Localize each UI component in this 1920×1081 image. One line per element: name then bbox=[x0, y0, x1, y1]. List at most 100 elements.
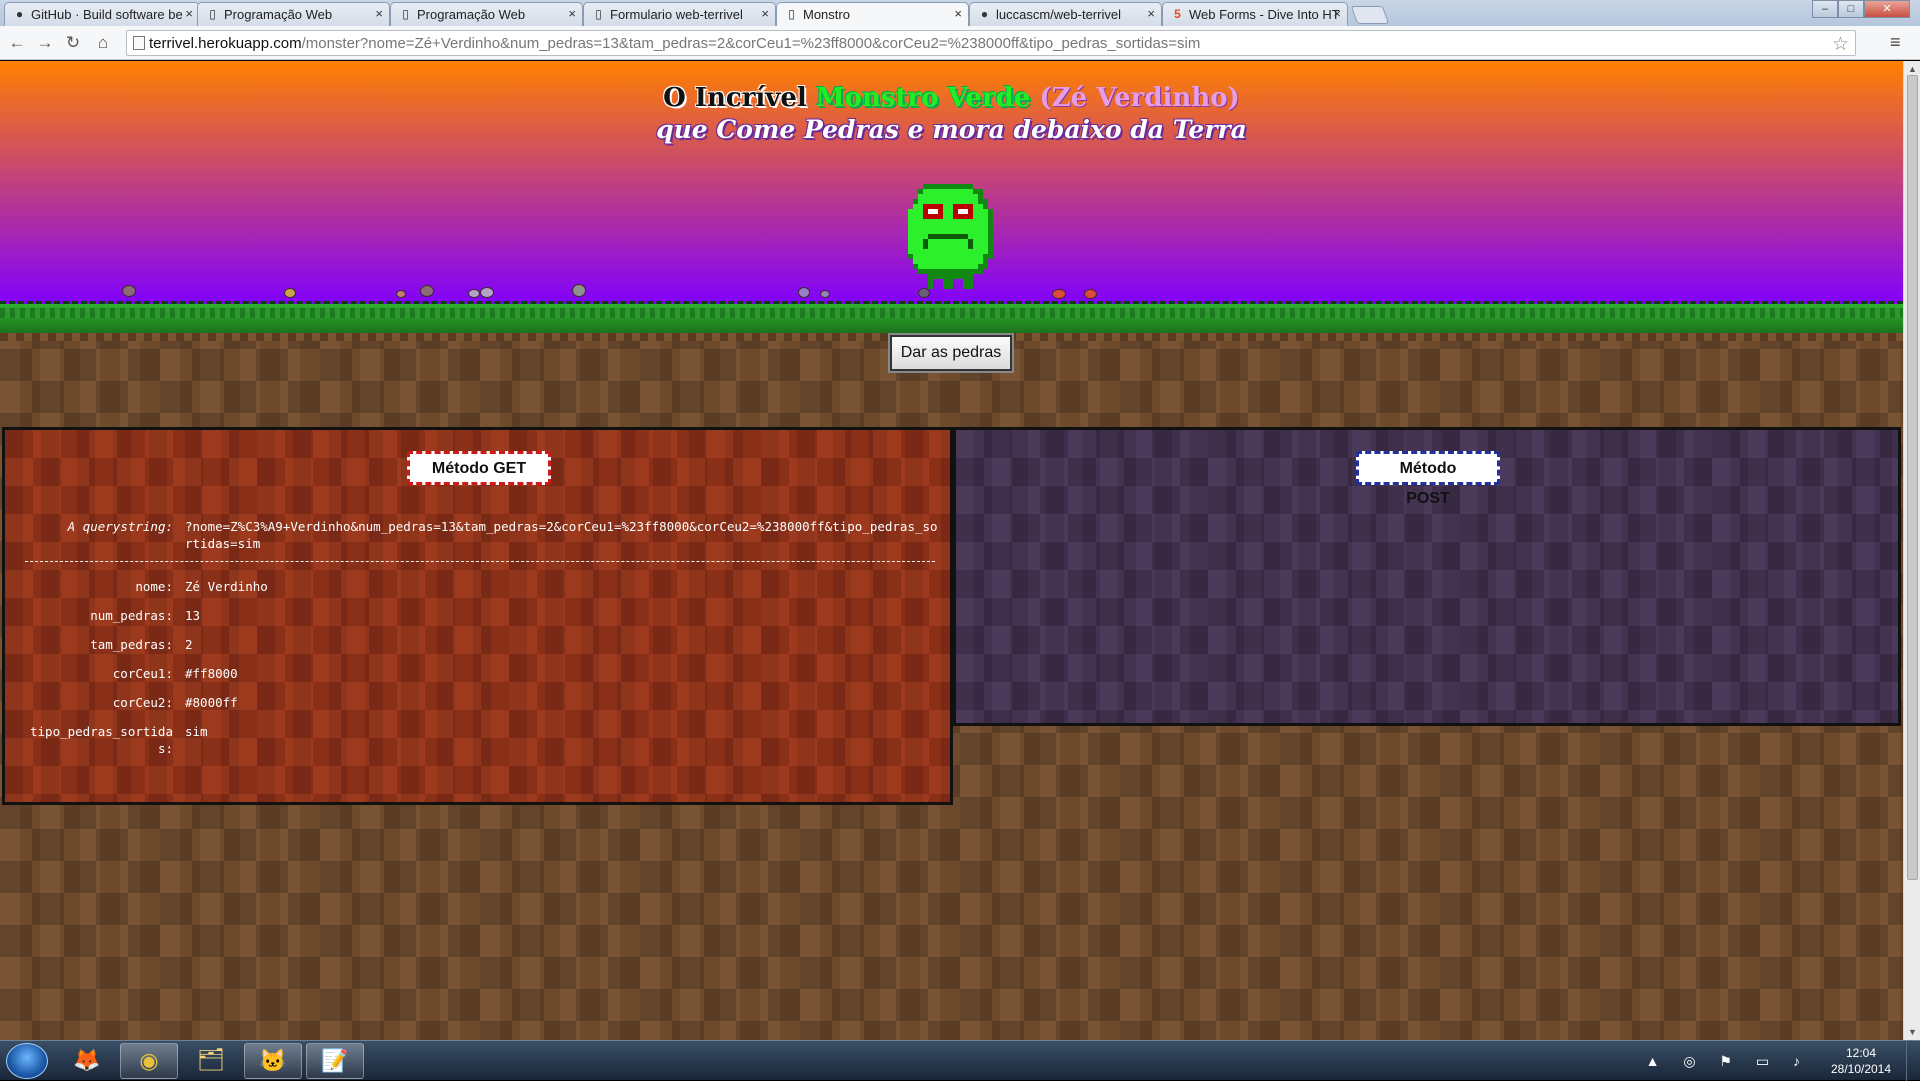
scroll-up-arrow-icon[interactable]: ▲ bbox=[1908, 64, 1917, 74]
param-key: corCeu2: bbox=[112, 695, 173, 710]
tab-title: Monstro bbox=[803, 7, 850, 22]
back-arrow-icon[interactable]: ← bbox=[6, 32, 28, 54]
stone bbox=[396, 290, 406, 298]
start-button[interactable] bbox=[6, 1043, 48, 1079]
close-icon[interactable]: × bbox=[1333, 6, 1341, 21]
page-icon: ▯ bbox=[788, 7, 795, 21]
param-value: sim bbox=[185, 724, 208, 739]
param-key: tipo_pedras_sortidas: bbox=[30, 724, 173, 756]
querystring-row: A querystring: ?nome=Z%C3%A9+Verdinho&nu… bbox=[19, 518, 939, 570]
stone bbox=[572, 284, 586, 297]
github-icon: ● bbox=[980, 7, 989, 21]
stone bbox=[798, 287, 810, 298]
stone bbox=[122, 285, 136, 297]
windows-taskbar: 🦊 ◉ 🗂 🐱 📝 ▲ ◎ ⚑ ▭ ♪ 12:04 28/10/2014 bbox=[0, 1040, 1920, 1081]
stone bbox=[480, 287, 494, 298]
green-monster-sprite bbox=[908, 184, 993, 289]
close-icon[interactable]: × bbox=[761, 6, 769, 21]
url-host: terrivel.herokuapp.com bbox=[149, 35, 302, 52]
separator bbox=[25, 561, 935, 562]
browser-tabstrip: ● GitHub · Build software be × ▯ Program… bbox=[0, 0, 1920, 26]
close-icon[interactable]: × bbox=[185, 6, 193, 21]
stone bbox=[1084, 289, 1097, 299]
tab-title: Programação Web bbox=[417, 7, 526, 22]
stone bbox=[918, 288, 930, 298]
scrollbar-thumb[interactable] bbox=[1907, 75, 1918, 880]
param-key: tam_pedras: bbox=[90, 637, 173, 652]
system-tray[interactable]: ▲ ◎ ⚑ ▭ ♪ bbox=[1646, 1053, 1810, 1070]
tab-programacao-web-1[interactable]: ▯ Programação Web × bbox=[197, 2, 390, 26]
notepad-plus-icon[interactable]: 📝 bbox=[306, 1043, 364, 1079]
minimize-button[interactable]: – bbox=[1812, 0, 1838, 18]
close-icon[interactable]: × bbox=[1147, 6, 1155, 21]
tab-programacao-web-2[interactable]: ▯ Programação Web × bbox=[390, 2, 583, 26]
param-value: Zé Verdinho bbox=[185, 579, 268, 594]
forward-arrow-icon[interactable]: → bbox=[34, 32, 56, 54]
param-key: corCeu1: bbox=[112, 666, 173, 681]
maximize-button[interactable]: □ bbox=[1838, 0, 1864, 18]
window-close-button[interactable]: ✕ bbox=[1864, 0, 1910, 18]
show-desktop-button[interactable] bbox=[1906, 1041, 1920, 1081]
clock[interactable]: 12:04 28/10/2014 bbox=[1826, 1045, 1896, 1077]
param-value: 13 bbox=[185, 608, 201, 623]
close-icon[interactable]: × bbox=[954, 6, 962, 21]
close-icon[interactable]: × bbox=[568, 6, 576, 21]
url-path: /monster?nome=Zé+Verdinho&num_pedras=13&… bbox=[301, 35, 1201, 52]
querystring-label: A querystring: bbox=[67, 519, 173, 534]
stone bbox=[1052, 289, 1066, 299]
param-key: num_pedras: bbox=[90, 608, 173, 623]
title-prefix: O Incrível bbox=[663, 83, 807, 113]
tab-github[interactable]: ● GitHub · Build software be × bbox=[4, 2, 200, 26]
chrome-icon[interactable]: ◉ bbox=[120, 1043, 178, 1079]
home-icon[interactable]: ⌂ bbox=[92, 32, 114, 54]
stone bbox=[420, 285, 434, 297]
post-panel-title: Método POST bbox=[1356, 451, 1500, 507]
new-tab-button[interactable] bbox=[1350, 6, 1390, 24]
browser-toolbar: ← → ↻ ⌂ terrivel.herokuapp.com/monster?n… bbox=[0, 26, 1920, 60]
param-key: nome: bbox=[135, 579, 173, 594]
github-icon: ● bbox=[15, 7, 24, 21]
grass bbox=[0, 301, 1903, 335]
tab-title: luccascm/web-terrivel bbox=[996, 7, 1121, 22]
tab-title: Web Forms - Dive Into HT bbox=[1189, 7, 1340, 22]
tab-formulario[interactable]: ▯ Formulario web-terrivel × bbox=[583, 2, 776, 26]
address-bar[interactable]: terrivel.herokuapp.com/monster?nome=Zé+V… bbox=[126, 30, 1856, 56]
tab-luccascm[interactable]: ● luccascm/web-terrivel × bbox=[969, 2, 1162, 26]
get-panel-title: Método GET bbox=[407, 451, 551, 485]
reload-icon[interactable]: ↻ bbox=[62, 32, 84, 54]
page-icon: ▯ bbox=[402, 7, 409, 21]
stone bbox=[820, 290, 830, 298]
hamburger-menu-icon[interactable]: ≡ bbox=[1890, 32, 1901, 53]
tab-monstro[interactable]: ▯ Monstro × bbox=[776, 2, 969, 26]
github-desktop-icon[interactable]: 🐱 bbox=[244, 1043, 302, 1079]
tab-web-forms[interactable]: 5 Web Forms - Dive Into HT × bbox=[1162, 2, 1348, 26]
html5-icon: 5 bbox=[1174, 7, 1181, 21]
param-value: 2 bbox=[185, 637, 193, 652]
querystring-value: ?nome=Z%C3%A9+Verdinho&num_pedras=13&tam… bbox=[185, 519, 938, 551]
file-explorer-icon[interactable]: 🗂 bbox=[182, 1043, 240, 1079]
scroll-down-arrow-icon[interactable]: ▼ bbox=[1908, 1027, 1917, 1037]
tab-title: Programação Web bbox=[224, 7, 333, 22]
stone bbox=[468, 289, 480, 298]
feed-stones-button[interactable]: Dar as pedras bbox=[888, 333, 1014, 373]
page-title: O Incrível Monstro Verde (Zé Verdinho) bbox=[0, 83, 1903, 113]
param-value: #ff8000 bbox=[185, 666, 238, 681]
clock-time: 12:04 bbox=[1845, 1046, 1877, 1060]
vertical-scrollbar[interactable]: ▲ ▼ bbox=[1903, 61, 1920, 1040]
close-icon[interactable]: × bbox=[375, 6, 383, 21]
page-icon: ▯ bbox=[595, 7, 602, 21]
url-text: terrivel.herokuapp.com/monster?nome=Zé+V… bbox=[149, 35, 1200, 52]
page-icon bbox=[133, 36, 145, 50]
bookmark-star-icon[interactable]: ☆ bbox=[1832, 33, 1849, 56]
param-value: #8000ff bbox=[185, 695, 238, 710]
tab-title: GitHub · Build software be bbox=[31, 7, 183, 22]
title-monster: Monstro Verde bbox=[815, 83, 1031, 113]
page-subtitle: que Come Pedras e mora debaixo da Terra bbox=[656, 115, 1247, 144]
page-icon: ▯ bbox=[209, 7, 216, 21]
firefox-icon[interactable]: 🦊 bbox=[58, 1043, 116, 1079]
stone bbox=[284, 288, 296, 298]
clock-date: 28/10/2014 bbox=[1830, 1062, 1892, 1076]
title-monster-name: (Zé Verdinho) bbox=[1039, 83, 1240, 113]
get-method-panel: Método GET A querystring: ?nome=Z%C3%A9+… bbox=[2, 427, 953, 805]
post-method-panel: Método POST bbox=[953, 427, 1901, 726]
